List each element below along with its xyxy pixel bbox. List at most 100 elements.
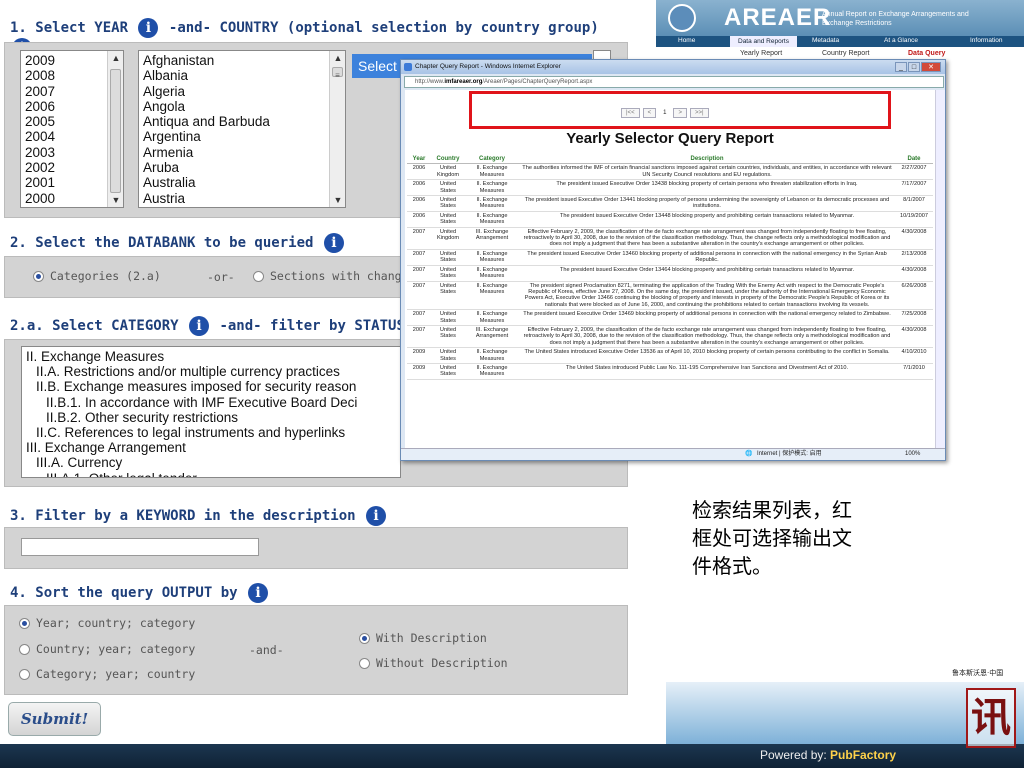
nav-information[interactable]: Information	[970, 37, 1003, 44]
subnav-yearly-report[interactable]: Yearly Report	[740, 50, 782, 57]
scroll-up-icon[interactable]: ▲	[330, 51, 345, 65]
radio-checked-icon[interactable]	[19, 618, 30, 629]
scroll-up-icon[interactable]: ▲	[108, 51, 123, 65]
category-option[interactable]: III.A.1. Other legal tender	[26, 471, 400, 477]
country-option[interactable]: Azerbaijan, Republic of	[143, 206, 345, 207]
report-title: Yearly Selector Query Report	[566, 130, 774, 147]
category-option[interactable]: II.C. References to legal instruments an…	[26, 425, 400, 440]
cell-date: 7/25/2008	[895, 309, 933, 326]
nav-home[interactable]: Home	[678, 37, 695, 44]
country-option[interactable]: Algeria	[143, 84, 345, 99]
category-option[interactable]: II.B.2. Other security restrictions	[26, 410, 400, 425]
nav-data-and-reports[interactable]: Data and Reports	[730, 36, 797, 47]
address-bar[interactable]: http://www.imfareaer.org/Areaer/Pages/Ch…	[404, 76, 944, 88]
sort-category-radio-option[interactable]: Category; year; country	[19, 667, 195, 681]
nav-at-a-glance[interactable]: At a Glance	[884, 37, 918, 44]
country-scrollbar[interactable]: ▲ ≡ ▼	[329, 51, 345, 207]
radio-checked-icon[interactable]	[359, 633, 370, 644]
zoom-level[interactable]: 100%	[905, 449, 920, 460]
table-header-row: Year Country Category Description Date	[407, 155, 933, 165]
with-description-radio-option[interactable]: With Description	[359, 631, 487, 645]
nav-metadata[interactable]: Metadata	[812, 37, 839, 44]
cell-country: United States	[431, 249, 465, 266]
radio-unchecked-icon[interactable]	[19, 669, 30, 680]
cell-country: United States	[431, 265, 465, 282]
subnav-country-report[interactable]: Country Report	[822, 50, 869, 57]
cell-category: III. Exchange Arrangement	[465, 325, 519, 349]
country-option[interactable]: Argentina	[143, 129, 345, 144]
country-option[interactable]: Albania	[143, 68, 345, 83]
country-option[interactable]: Austria	[143, 191, 345, 206]
category-option[interactable]: II. Exchange Measures	[26, 349, 400, 364]
cell-country: United States	[431, 281, 465, 311]
table-row: 2009 United States II. Exchange Measures Th…	[407, 347, 933, 364]
info-icon[interactable]: i	[189, 316, 210, 336]
section-sort-title: 4. Sort the query OUTPUT by	[10, 585, 238, 601]
format-highlight-box	[469, 91, 891, 129]
subnav-data-query[interactable]: Data Query	[908, 50, 945, 57]
info-icon[interactable]: i	[138, 18, 159, 38]
section-databank-title: 2. Select the DATABANK to be queried	[10, 235, 314, 251]
cell-country: United States	[431, 195, 465, 212]
security-zone: Internet | 保护模式: 启用	[757, 451, 822, 457]
country-option[interactable]: Australia	[143, 175, 345, 190]
category-listbox[interactable]: II. Exchange Measures II.A. Restrictions …	[21, 346, 401, 478]
cell-year: 2007	[407, 227, 431, 250]
cell-date: 8/1/2007	[895, 195, 933, 212]
minimize-icon[interactable]: _	[895, 62, 907, 72]
imf-seal-icon	[668, 4, 696, 32]
scroll-down-icon[interactable]: ▼	[330, 193, 345, 207]
category-option[interactable]: II.B. Exchange measures imposed for secu…	[26, 379, 400, 394]
country-option[interactable]: Antiqua and Barbuda	[143, 114, 345, 129]
table-row: 2007 United States II. Exchange Measures Th…	[407, 249, 933, 266]
radio-checked-icon[interactable]	[33, 271, 44, 282]
category-option[interactable]: II.B.1. In accordance with IMF Executive…	[26, 395, 400, 410]
country-listbox[interactable]: Afghanistan Albania Algeria Angola Antiqua a…	[138, 50, 346, 208]
powered-by: Powered by: PubFactory	[760, 748, 897, 762]
cell-year: 2009	[407, 347, 431, 364]
country-option[interactable]: Armenia	[143, 145, 345, 160]
keyword-input[interactable]	[21, 538, 259, 556]
radio-unchecked-icon[interactable]	[359, 658, 370, 669]
cell-description: The president issued Executive Order 134…	[519, 179, 895, 197]
sections-radio-option[interactable]: Sections with change	[253, 269, 408, 283]
report-content: |<< <1 > >>| Yearly Selector Query Report Y…	[405, 90, 935, 448]
sort-year-radio-option[interactable]: Year; country; category	[19, 616, 195, 630]
table-row: 2006 United States II. Exchange Measures Th…	[407, 179, 933, 197]
footer-bar: Powered by: PubFactory	[0, 744, 1024, 768]
table-row: 2007 United States III. Exchange Arrangeme…	[407, 325, 933, 349]
cell-description: The United States introduced Executive O…	[519, 347, 895, 364]
country-option[interactable]: Aruba	[143, 160, 345, 175]
radio-unchecked-icon[interactable]	[19, 644, 30, 655]
radio-unchecked-icon[interactable]	[253, 271, 264, 282]
areaer-logo: AREAER	[724, 4, 832, 31]
close-icon[interactable]: ✕	[921, 62, 941, 72]
year-scrollbar[interactable]: ▲ ▼	[107, 51, 123, 207]
scroll-thumb[interactable]: ≡	[332, 67, 343, 80]
scroll-down-icon[interactable]: ▼	[108, 193, 123, 207]
popup-titlebar[interactable]: Chapter Query Report - Windows Internet …	[401, 60, 945, 74]
year-listbox[interactable]: 2009 2008 2007 2006 2005 2004 2003 2002 2001 2000…	[20, 50, 124, 208]
categories-radio-option[interactable]: Categories (2.a)	[33, 269, 161, 283]
cell-country: United Kingdom	[431, 227, 465, 250]
cell-country: United States	[431, 363, 465, 380]
info-icon[interactable]: i	[366, 506, 387, 526]
cell-category: II. Exchange Measures	[465, 179, 519, 197]
scroll-thumb[interactable]	[110, 69, 121, 193]
info-icon[interactable]: i	[248, 583, 269, 603]
popup-scrollbar[interactable]	[935, 90, 945, 448]
table-row: 2006 United States II. Exchange Measures Th…	[407, 195, 933, 212]
sort-country-radio-option[interactable]: Country; year; category	[19, 642, 195, 656]
submit-button[interactable]: Submit!	[8, 702, 101, 736]
maximize-icon[interactable]: □	[908, 62, 920, 72]
category-option[interactable]: II.A. Restrictions and/or multiple curre…	[26, 364, 400, 379]
country-option[interactable]: Afghanistan	[143, 53, 345, 68]
main-nav: Home Data and Reports Metadata At a Glan…	[656, 36, 1024, 47]
category-option[interactable]: III. Exchange Arrangement	[26, 440, 400, 455]
without-description-radio-option[interactable]: Without Description	[359, 656, 508, 670]
category-option[interactable]: III.A. Currency	[26, 455, 400, 470]
cell-description: The president signed Proclamation 8271, …	[519, 281, 895, 311]
cell-description: The president issued Executive Order 134…	[519, 265, 895, 282]
country-option[interactable]: Angola	[143, 99, 345, 114]
info-icon[interactable]: i	[323, 233, 344, 253]
